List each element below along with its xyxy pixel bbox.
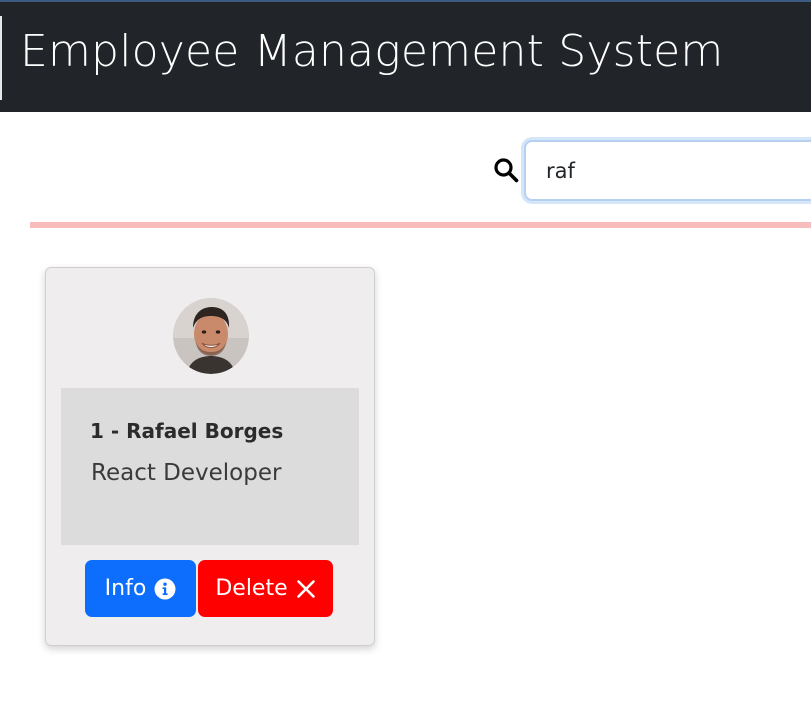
- close-icon: [296, 579, 315, 598]
- search-input[interactable]: [524, 140, 811, 201]
- delete-button[interactable]: Delete: [198, 560, 333, 617]
- app-header: Employee Management System: [0, 0, 811, 112]
- info-button[interactable]: Info: [85, 560, 196, 617]
- info-button-label: Info: [104, 576, 147, 601]
- avatar-photo: [173, 298, 249, 374]
- employee-details: 1 - Rafael Borges React Developer: [61, 388, 359, 545]
- section-divider: [30, 222, 811, 228]
- info-circle-icon: [154, 578, 176, 599]
- delete-button-label: Delete: [215, 576, 288, 601]
- avatar: [173, 298, 249, 374]
- employee-role: React Developer: [91, 460, 282, 486]
- header-edge-divider: [0, 16, 2, 100]
- page-title: Employee Management System: [20, 26, 724, 77]
- employee-name: 1 - Rafael Borges: [90, 419, 284, 443]
- employee-card: 1 - Rafael Borges React Developer Info D…: [45, 267, 375, 646]
- search-icon: [494, 158, 519, 183]
